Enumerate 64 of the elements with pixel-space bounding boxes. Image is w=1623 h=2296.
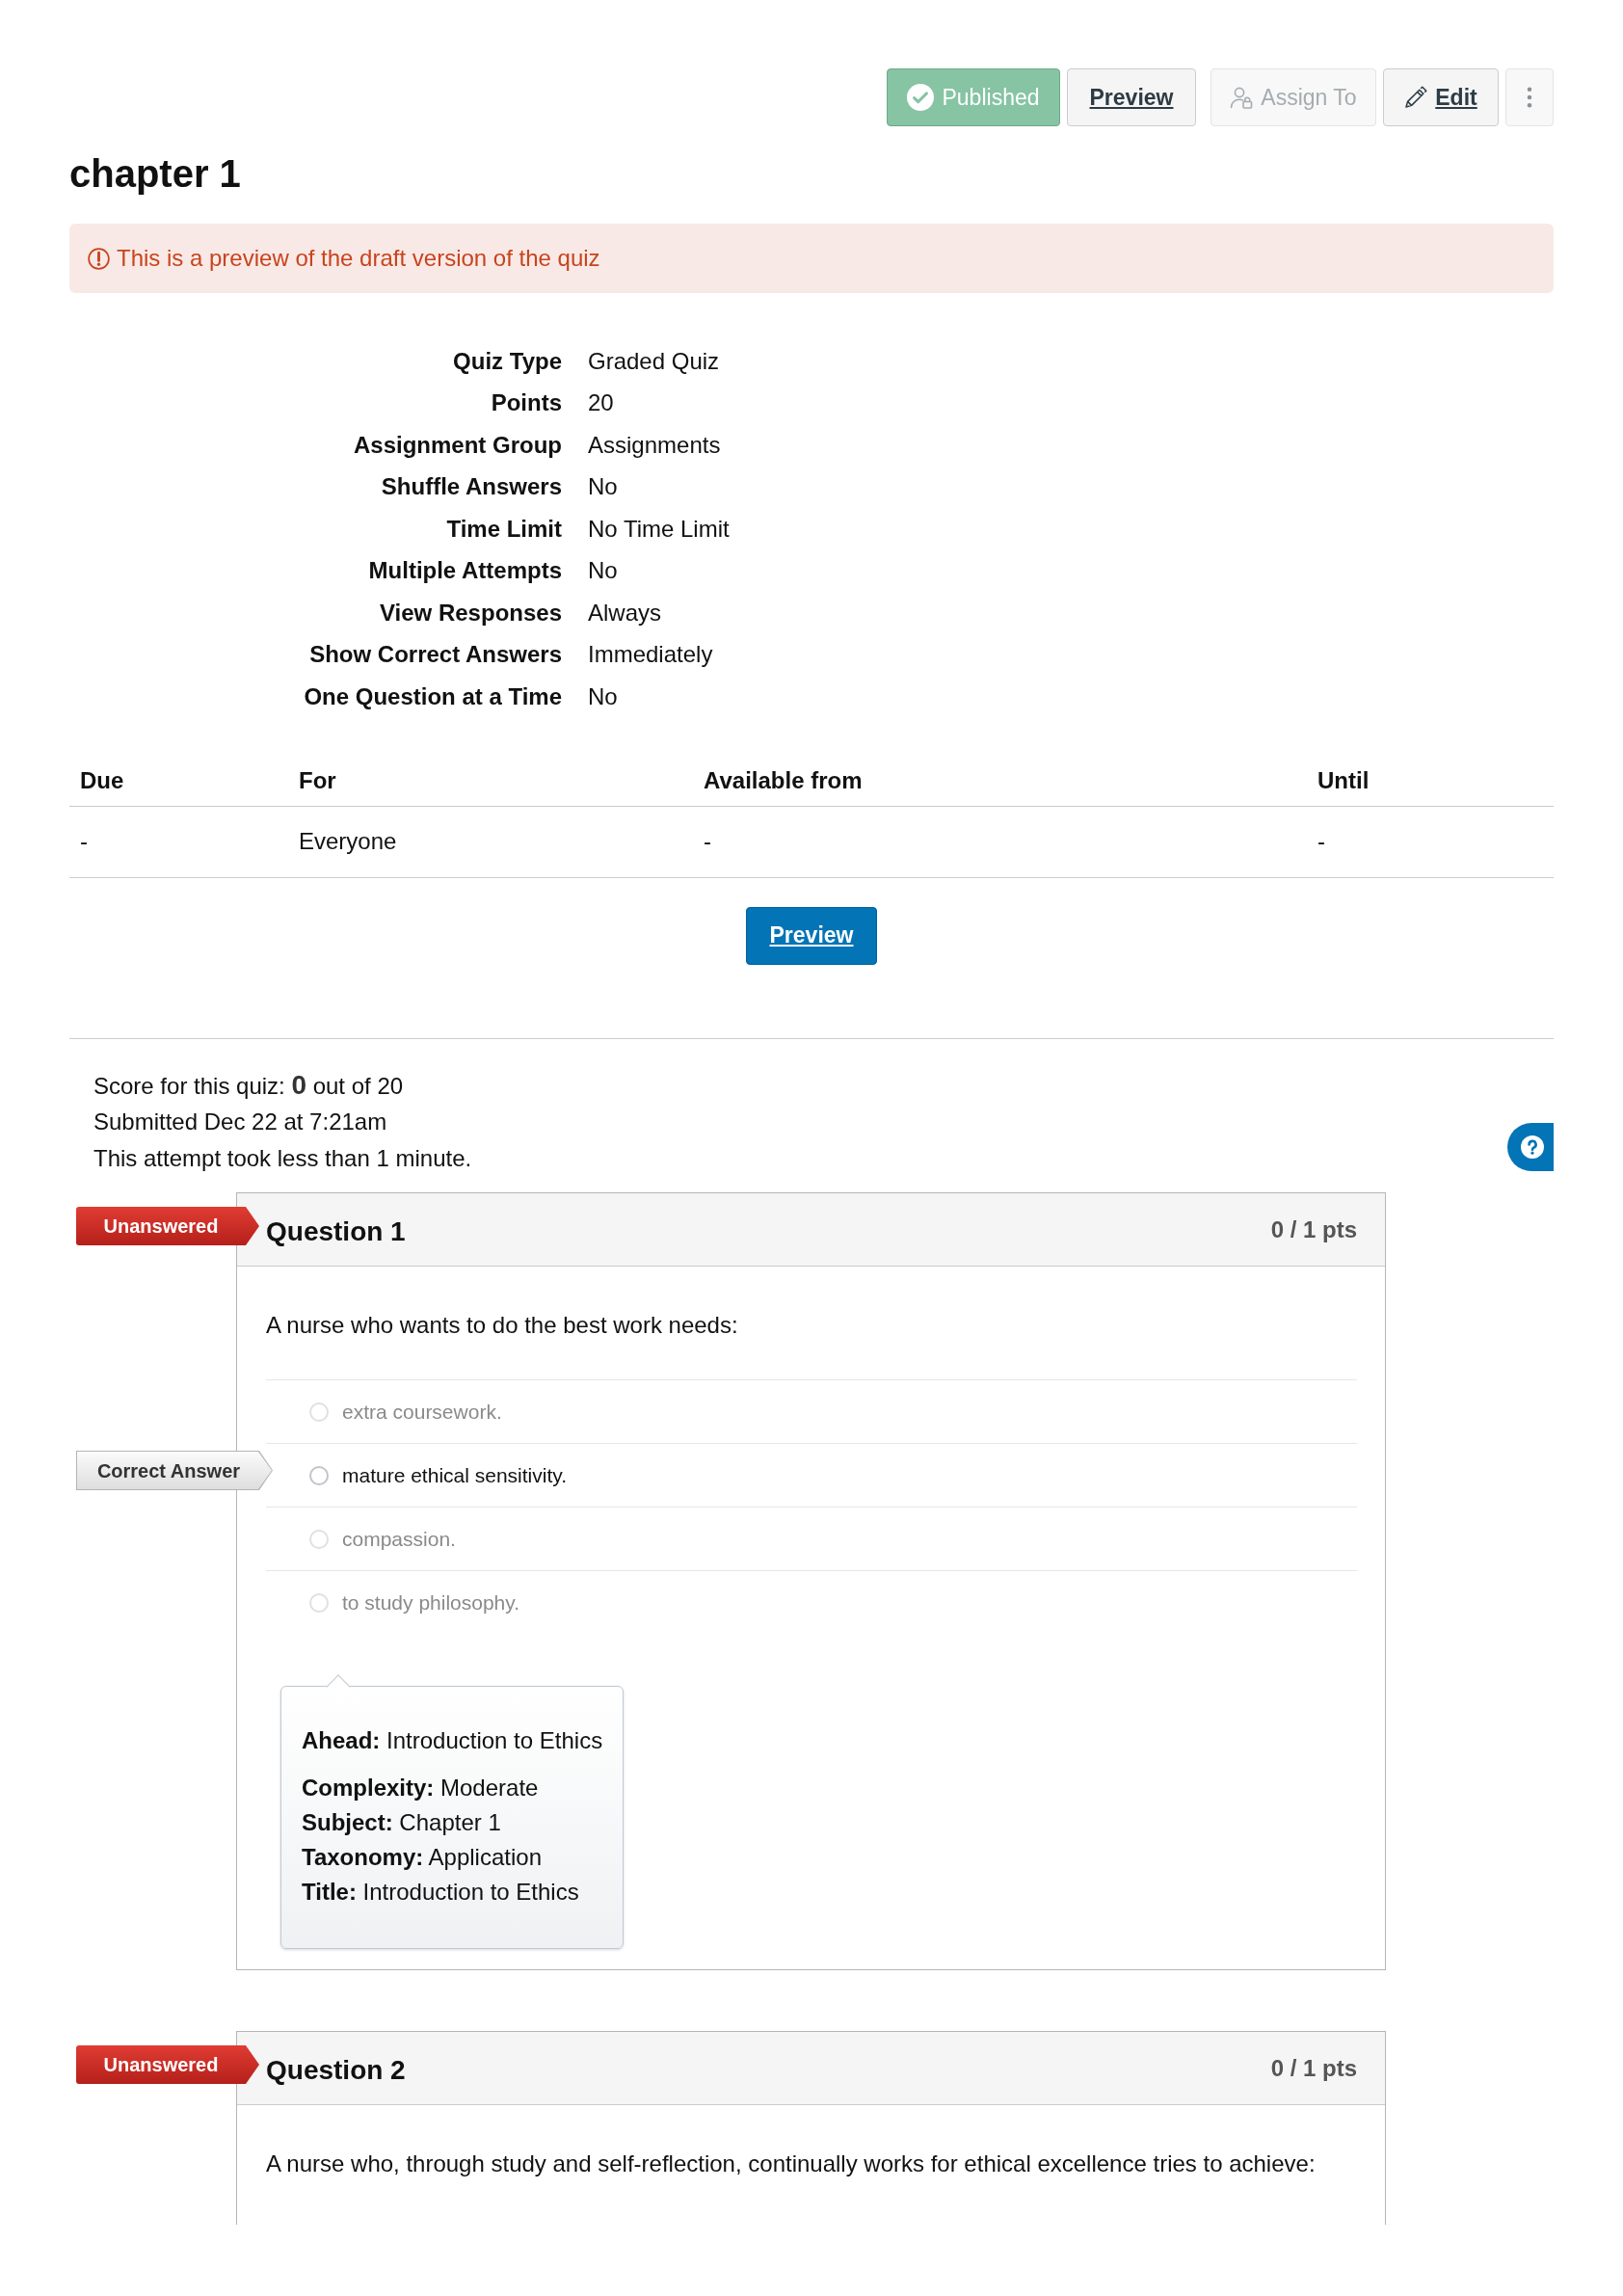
more-button[interactable]	[1505, 68, 1554, 126]
question-points: 0 / 1 pts	[1270, 1215, 1357, 1244]
meta-line: Taxonomy: Application	[302, 1843, 542, 1872]
answer-text: extra coursework.	[342, 1399, 502, 1425]
detail-value: Assignments	[588, 430, 721, 460]
detail-label: Quiz Type	[453, 346, 562, 376]
radio-button[interactable]	[309, 1529, 329, 1549]
column-header: Due	[80, 767, 124, 793]
radio-button[interactable]	[309, 1465, 329, 1485]
help-button[interactable]	[1507, 1123, 1554, 1171]
meta-line: Complexity: Moderate	[302, 1774, 539, 1802]
status-badge: Unanswered	[76, 2045, 259, 2084]
detail-value: Graded Quiz	[588, 346, 720, 376]
answer-text: to study philosophy.	[342, 1589, 520, 1615]
correct-answer-badge: Correct Answer	[76, 1451, 273, 1490]
pencil-icon	[1404, 86, 1428, 109]
radio-button[interactable]	[309, 1402, 329, 1422]
meta-line: Title: Introduction to Ethics	[302, 1878, 579, 1907]
submitted-time: Submitted Dec 22 at 7:21am	[93, 1108, 387, 1136]
question-title: Question 2	[266, 2053, 406, 2087]
user-lock-icon	[1230, 86, 1254, 109]
quiz-score: Score for this quiz: 0 out of 20	[93, 1068, 404, 1102]
question-title: Question 1	[266, 1215, 406, 1248]
quiz-title: chapter 1	[69, 151, 241, 196]
alert-text: This is a preview of the draft version of the quiz	[117, 244, 600, 273]
column-header: For	[299, 767, 336, 793]
column-header: Available from	[704, 767, 863, 793]
detail-value: 20	[588, 388, 614, 418]
edit-button[interactable]: Edit	[1383, 68, 1499, 126]
detail-label: Multiple Attempts	[368, 556, 562, 586]
preview-button[interactable]: Preview	[1067, 68, 1196, 126]
detail-label: Assignment Group	[354, 430, 562, 460]
status-badge: Unanswered	[76, 1207, 259, 1245]
table-cell: -	[80, 828, 88, 854]
question-points: 0 / 1 pts	[1270, 2053, 1357, 2083]
detail-label: Time Limit	[446, 514, 562, 544]
more-dots-icon	[1527, 87, 1532, 108]
radio-button[interactable]	[309, 1592, 329, 1613]
table-cell: -	[1317, 828, 1325, 854]
question-text: A nurse who wants to do the best work needs:	[266, 1311, 738, 1340]
detail-label: Show Correct Answers	[309, 640, 562, 670]
attempt-duration: This attempt took less than 1 minute.	[93, 1143, 472, 1173]
help-icon	[1521, 1135, 1544, 1159]
meta-line: Subject: Chapter 1	[302, 1808, 501, 1837]
check-circle-icon	[907, 84, 935, 111]
table-cell: -	[704, 828, 711, 854]
detail-value: No	[588, 681, 618, 711]
detail-value: Always	[588, 598, 662, 627]
detail-value: No Time Limit	[588, 514, 730, 544]
preview-button[interactable]: Preview	[746, 906, 877, 965]
question-text: A nurse who, through study and self-reflection, continually works for ethical excellence tries to achieve:	[266, 2149, 1316, 2178]
column-header: Until	[1317, 767, 1370, 793]
detail-label: One Question at a Time	[304, 681, 562, 711]
detail-value: No	[588, 556, 618, 586]
detail-label: Shuffle Answers	[381, 472, 562, 502]
detail-label: View Responses	[380, 598, 562, 627]
detail-label: Points	[491, 388, 562, 418]
meta-heading: Ahead: Introduction to Ethics	[302, 1726, 603, 1755]
table-cell: Everyone	[299, 828, 397, 854]
detail-value: Immediately	[588, 640, 713, 670]
detail-value: No	[588, 472, 618, 502]
warning-icon	[88, 247, 110, 270]
answer-text: mature ethical sensitivity.	[342, 1462, 568, 1488]
answer-text: compassion.	[342, 1526, 456, 1552]
